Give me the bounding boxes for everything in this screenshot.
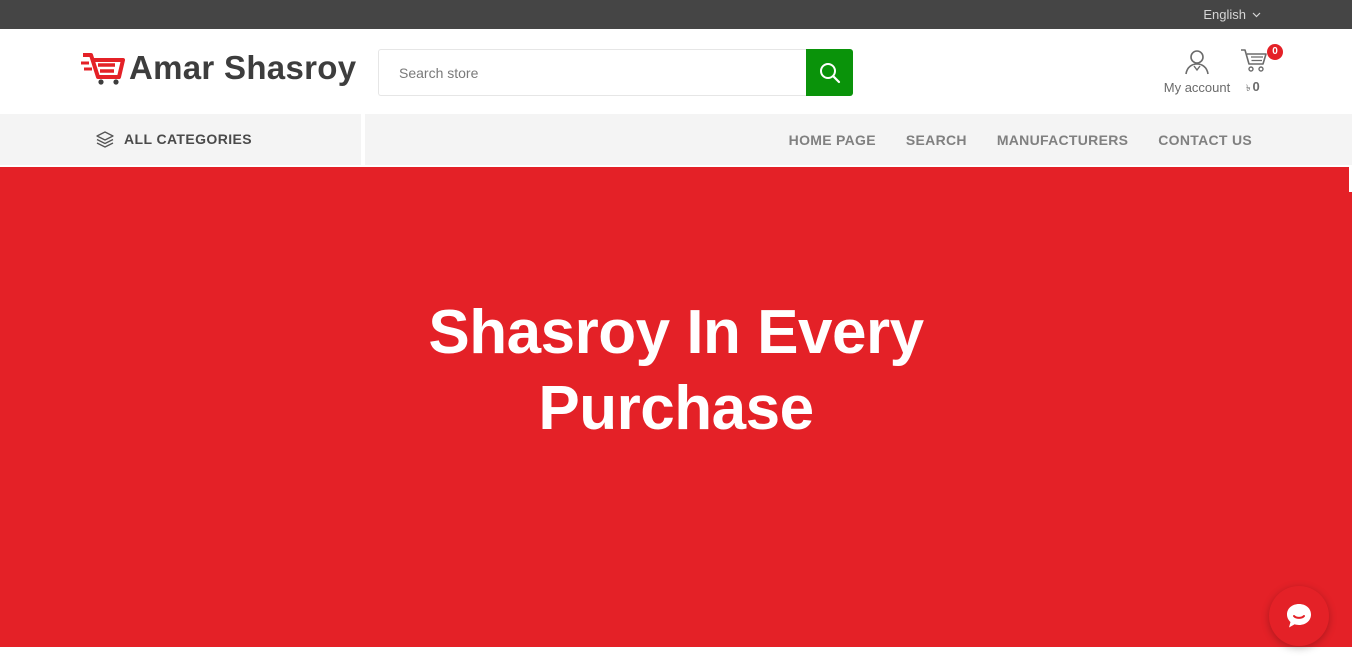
- shopping-cart-logo-icon: [81, 53, 125, 85]
- my-account-label: My account: [1163, 80, 1231, 95]
- cart-total-value: 0: [1252, 79, 1260, 94]
- hero-title: Shasroy In Every Purchase: [0, 295, 1352, 447]
- top-bar: English: [0, 0, 1352, 29]
- search-icon: [819, 62, 840, 83]
- chat-widget-button[interactable]: [1269, 586, 1329, 646]
- all-categories-label: ALL CATEGORIES: [124, 131, 252, 147]
- cart-total: ৳ 0: [1246, 79, 1260, 96]
- menu-item-home-page[interactable]: HOME PAGE: [789, 132, 876, 148]
- chevron-down-icon: [1252, 12, 1261, 17]
- hero-banner[interactable]: Shasroy In Every Purchase: [0, 167, 1352, 647]
- chat-bubble-icon: [1287, 604, 1311, 628]
- menu-item-manufacturers[interactable]: MANUFACTURERS: [997, 132, 1128, 148]
- cart-icon: [1241, 49, 1267, 72]
- menu-item-contact-us[interactable]: CONTACT US: [1158, 132, 1252, 148]
- language-selector[interactable]: English: [1203, 7, 1261, 22]
- layers-icon: [96, 131, 114, 148]
- main-menu: HOME PAGE SEARCH MANUFACTURERS CONTACT U…: [789, 114, 1252, 165]
- logo-text: Amar Shasroy: [129, 49, 357, 86]
- all-categories-button[interactable]: ALL CATEGORIES: [96, 130, 252, 148]
- shopping-cart-link[interactable]: 0 ৳ 0: [1240, 44, 1283, 94]
- my-account-link[interactable]: My account: [1160, 49, 1234, 97]
- search-input[interactable]: [378, 49, 806, 96]
- logo[interactable]: Amar Shasroy: [81, 49, 356, 87]
- menu-item-search[interactable]: SEARCH: [906, 132, 967, 148]
- search-button[interactable]: [806, 49, 853, 96]
- user-icon: [1185, 50, 1209, 75]
- language-label: English: [1203, 7, 1246, 22]
- cart-count-badge: 0: [1267, 44, 1283, 60]
- navigation-bar: ALL CATEGORIES HOME PAGE SEARCH MANUFACT…: [0, 114, 1352, 165]
- hero-title-line-1: Shasroy In Every: [428, 298, 924, 367]
- page: English Amar Shasroy Search store My acc…: [0, 0, 1352, 664]
- hero-title-line-2: Purchase: [538, 374, 814, 443]
- nav-divider: [361, 114, 365, 165]
- currency-symbol: ৳: [1246, 83, 1251, 93]
- search-bar: [378, 49, 853, 96]
- header: Amar Shasroy My account: [0, 29, 1352, 114]
